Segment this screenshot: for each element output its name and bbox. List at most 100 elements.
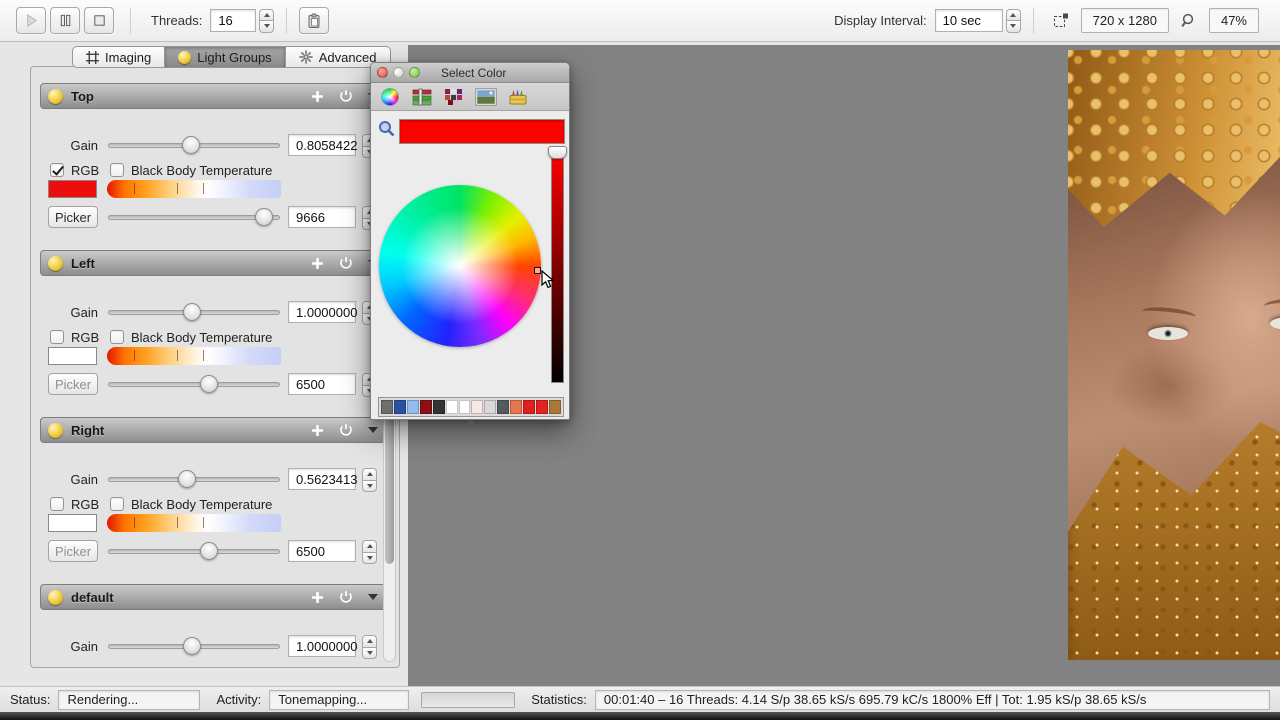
slider-thumb[interactable]: [183, 637, 201, 655]
add-group-button[interactable]: [311, 90, 324, 103]
stop-button[interactable]: [84, 7, 114, 34]
resize-resolution-button[interactable]: [1052, 12, 1070, 30]
display-interval-input[interactable]: 10 sec: [935, 9, 1003, 32]
slider-thumb[interactable]: [255, 208, 273, 226]
color-swatch[interactable]: [381, 400, 393, 414]
image-palettes-mode-button[interactable]: [475, 87, 497, 107]
gain-value-field[interactable]: 0.8058422: [288, 134, 356, 156]
minimize-button[interactable]: [393, 67, 404, 78]
gain-slider[interactable]: [108, 477, 280, 482]
color-swatch[interactable]: [394, 400, 406, 414]
rgb-checkbox[interactable]: [50, 330, 64, 344]
picker-button[interactable]: Picker: [48, 373, 98, 395]
temperature-slider[interactable]: [108, 215, 280, 220]
resolution-display[interactable]: 720 x 1280: [1081, 8, 1169, 33]
black-body-gradient[interactable]: [107, 514, 281, 532]
light-group-header[interactable]: Left: [40, 250, 386, 276]
color-swatch[interactable]: [433, 400, 445, 414]
color-swatch[interactable]: [549, 400, 561, 414]
threads-stepper[interactable]: [259, 9, 274, 33]
add-group-button[interactable]: [311, 591, 324, 604]
rgb-checkbox[interactable]: [50, 497, 64, 511]
zoom-window-button[interactable]: [409, 67, 420, 78]
brightness-slider-thumb[interactable]: [548, 146, 567, 159]
color-swatch[interactable]: [523, 400, 535, 414]
threads-input[interactable]: 16: [210, 9, 256, 32]
slider-thumb[interactable]: [182, 136, 200, 154]
slider-thumb[interactable]: [200, 375, 218, 393]
color-wheel-mode-button[interactable]: [379, 87, 401, 107]
temperature-value-field[interactable]: 6500: [288, 540, 356, 562]
gain-value-field[interactable]: 1.0000000: [288, 635, 356, 657]
rgb-checkbox[interactable]: [50, 163, 64, 177]
gain-slider[interactable]: [108, 143, 280, 148]
gain-stepper[interactable]: [362, 468, 377, 492]
stepper-up-icon[interactable]: [259, 9, 274, 21]
black-body-checkbox[interactable]: [110, 330, 124, 344]
color-swatch[interactable]: [420, 400, 432, 414]
zoom-button[interactable]: [1180, 12, 1198, 30]
light-group-header[interactable]: default: [40, 584, 386, 610]
play-button[interactable]: [16, 7, 46, 34]
color-swatch[interactable]: [471, 400, 483, 414]
temperature-slider[interactable]: [108, 382, 280, 387]
light-group-header[interactable]: Top: [40, 83, 386, 109]
black-body-checkbox[interactable]: [110, 163, 124, 177]
tab-imaging[interactable]: Imaging: [72, 46, 165, 68]
slider-thumb[interactable]: [183, 303, 201, 321]
gain-slider[interactable]: [108, 310, 280, 315]
color-swatch[interactable]: [407, 400, 419, 414]
group-power-button[interactable]: [339, 423, 353, 437]
tab-light-groups[interactable]: Light Groups: [165, 46, 285, 68]
crayons-mode-button[interactable]: [507, 87, 529, 107]
gain-value-field[interactable]: 0.5623413: [288, 468, 356, 490]
collapse-group-button[interactable]: [368, 593, 378, 601]
group-power-button[interactable]: [339, 89, 353, 103]
color-loupe-button[interactable]: [377, 119, 396, 143]
add-group-button[interactable]: [311, 257, 324, 270]
stepper-down-icon[interactable]: [259, 20, 274, 33]
group-power-button[interactable]: [339, 256, 353, 270]
temperature-slider[interactable]: [108, 549, 280, 554]
color-swatch[interactable]: [536, 400, 548, 414]
sliders-mode-button[interactable]: [411, 87, 433, 107]
dialog-titlebar[interactable]: Select Color: [371, 63, 569, 83]
light-group-header[interactable]: Right: [40, 417, 386, 443]
display-interval-stepper[interactable]: [1006, 9, 1021, 33]
temperature-value-field[interactable]: 9666: [288, 206, 356, 228]
gain-slider[interactable]: [108, 644, 280, 649]
picker-button[interactable]: Picker: [48, 206, 98, 228]
stepper-up-icon[interactable]: [1006, 9, 1021, 21]
brightness-slider[interactable]: [551, 151, 564, 383]
black-body-checkbox[interactable]: [110, 497, 124, 511]
add-group-button[interactable]: [311, 424, 324, 437]
gain-stepper[interactable]: [362, 635, 377, 659]
picker-button[interactable]: Picker: [48, 540, 98, 562]
slider-thumb[interactable]: [200, 542, 218, 560]
temperature-value-field[interactable]: 6500: [288, 373, 356, 395]
slider-thumb[interactable]: [178, 470, 196, 488]
close-button[interactable]: [377, 67, 388, 78]
black-body-gradient[interactable]: [107, 347, 281, 365]
pause-button[interactable]: [50, 7, 80, 34]
color-swatch[interactable]: [510, 400, 522, 414]
color-wheel[interactable]: [379, 185, 541, 347]
zoom-level-display[interactable]: 47%: [1209, 8, 1259, 33]
color-wheel-selector[interactable]: [534, 267, 541, 274]
color-swatch[interactable]: [497, 400, 509, 414]
color-swatch[interactable]: [484, 400, 496, 414]
group-power-button[interactable]: [339, 590, 353, 604]
swatch-drawer-handle[interactable]: [467, 419, 475, 424]
palette-mode-button[interactable]: [443, 87, 465, 107]
collapse-group-button[interactable]: [368, 426, 378, 434]
temperature-stepper[interactable]: [362, 540, 377, 564]
color-swatch[interactable]: [459, 400, 471, 414]
group-color-swatch[interactable]: [48, 180, 97, 198]
stepper-down-icon[interactable]: [1006, 20, 1021, 33]
black-body-gradient[interactable]: [107, 180, 281, 198]
gain-value-field[interactable]: 1.0000000: [288, 301, 356, 323]
copy-to-clipboard-button[interactable]: [299, 7, 329, 34]
group-color-swatch[interactable]: [48, 514, 97, 532]
color-swatch[interactable]: [446, 400, 458, 414]
group-color-swatch[interactable]: [48, 347, 97, 365]
